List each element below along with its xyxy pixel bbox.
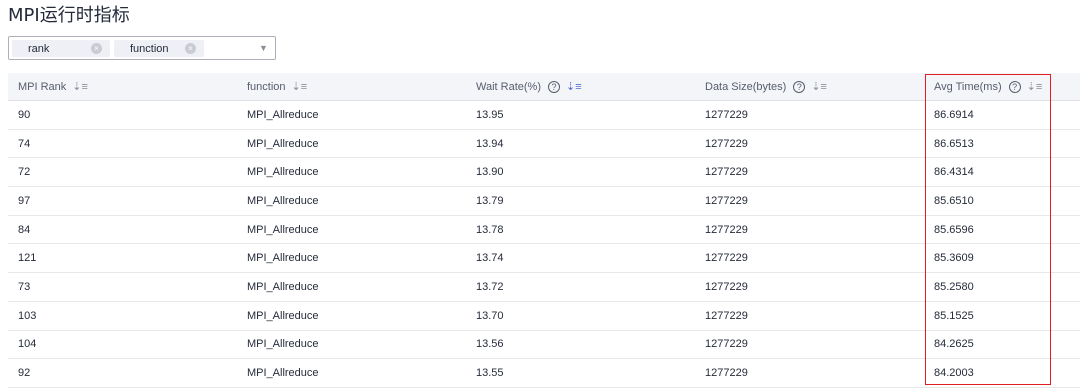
table-row[interactable]: 121 MPI_Allreduce 13.74 1277229 85.3609 <box>8 244 1080 274</box>
table-cell: 1277229 <box>705 137 748 150</box>
table-cell: 85.6510 <box>934 194 974 207</box>
table-cell: 84 <box>18 223 31 236</box>
table-cell: MPI_Allreduce <box>247 166 319 179</box>
table-row[interactable]: 104 MPI_Allreduce 13.56 1277229 84.2625 <box>8 331 1080 360</box>
close-icon[interactable]: × <box>185 43 196 54</box>
column-filter-select[interactable]: rank × function × ▼ <box>8 36 276 60</box>
filter-tag-label: rank <box>28 42 50 55</box>
close-icon[interactable]: × <box>91 43 102 54</box>
table-cell: 86.6513 <box>934 137 974 150</box>
filter-tag-label: function <box>130 42 169 55</box>
table-cell: 103 <box>18 309 37 322</box>
table-cell: 13.74 <box>476 252 504 265</box>
table-cell: 85.6596 <box>934 223 974 236</box>
column-header-label: Data Size(bytes) <box>705 80 787 93</box>
table-cell: MPI_Allreduce <box>247 194 319 207</box>
column-header-label: Avg Time(ms) <box>934 80 1002 93</box>
table-cell: 13.90 <box>476 166 504 179</box>
table-cell: 1277229 <box>705 309 748 322</box>
filter-tag-rank: rank × <box>12 40 110 57</box>
table-cell: 121 <box>18 252 37 265</box>
sort-icon[interactable]: ⇣≡ <box>72 80 88 93</box>
table-cell: 1277229 <box>705 280 748 293</box>
column-header[interactable]: function ⇣≡ <box>237 73 466 100</box>
table-cell: 13.95 <box>476 108 504 121</box>
table-cell: 13.56 <box>476 338 504 351</box>
table-cell: MPI_Allreduce <box>247 367 319 380</box>
table-row[interactable]: 73 MPI_Allreduce 13.72 1277229 85.2580 <box>8 273 1080 302</box>
table-cell: 1277229 <box>705 367 748 380</box>
table-cell: MPI_Allreduce <box>247 280 319 293</box>
help-icon[interactable]: ? <box>793 80 806 93</box>
table-cell: 84.2625 <box>934 338 974 351</box>
table-row[interactable]: 84 MPI_Allreduce 13.78 1277229 85.6596 <box>8 216 1080 245</box>
table-cell: 85.2580 <box>934 280 974 293</box>
sort-icon[interactable]: ⇣≡ <box>566 80 582 93</box>
table-cell: MPI_Allreduce <box>247 309 319 322</box>
table-cell: 13.72 <box>476 280 504 293</box>
table-cell: 1277229 <box>705 223 748 236</box>
sort-icon[interactable]: ⇣≡ <box>811 80 827 93</box>
table-cell: 86.6914 <box>934 108 974 121</box>
chevron-down-icon[interactable]: ▼ <box>259 43 268 53</box>
table-cell: 1277229 <box>705 338 748 351</box>
table-cell: 1277229 <box>705 108 748 121</box>
column-header[interactable]: MPI Rank ⇣≡ <box>8 73 237 100</box>
help-icon[interactable]: ? <box>1008 80 1021 93</box>
sort-icon[interactable]: ⇣≡ <box>1027 80 1043 93</box>
table-cell: 13.70 <box>476 309 504 322</box>
column-header-label: Wait Rate(%) <box>476 80 541 93</box>
table-header: MPI Rank ⇣≡ function ⇣≡ Wait Rate(%)? ⇣≡ Data … <box>8 73 1080 101</box>
table-cell: MPI_Allreduce <box>247 338 319 351</box>
column-header[interactable]: Data Size(bytes)? ⇣≡ <box>695 73 924 100</box>
table-row[interactable]: 90 MPI_Allreduce 13.95 1277229 86.6914 <box>8 101 1080 130</box>
table-cell: 85.3609 <box>934 252 974 265</box>
table-cell: 104 <box>18 338 37 351</box>
table-cell: 85.1525 <box>934 309 974 322</box>
table-cell: 13.79 <box>476 194 504 207</box>
table-cell: MPI_Allreduce <box>247 137 319 150</box>
table-body: 90 MPI_Allreduce 13.95 1277229 86.6914 74 MPI_… <box>8 101 1080 388</box>
table-cell: 72 <box>18 166 31 179</box>
table-cell: MPI_Allreduce <box>247 252 319 265</box>
table-cell: 73 <box>18 280 31 293</box>
table-cell: MPI_Allreduce <box>247 223 319 236</box>
mpi-metrics-table: MPI Rank ⇣≡ function ⇣≡ Wait Rate(%)? ⇣≡ Data … <box>8 73 1080 388</box>
sort-icon[interactable]: ⇣≡ <box>292 80 308 93</box>
table-cell: 1277229 <box>705 252 748 265</box>
column-header[interactable]: Wait Rate(%)? ⇣≡ <box>466 73 695 100</box>
table-cell: 13.78 <box>476 223 504 236</box>
table-row[interactable]: 74 MPI_Allreduce 13.94 1277229 86.6513 <box>8 130 1080 159</box>
table-cell: MPI_Allreduce <box>247 108 319 121</box>
table-cell: 86.4314 <box>934 166 974 179</box>
table-row[interactable]: 72 MPI_Allreduce 13.90 1277229 86.4314 <box>8 158 1080 188</box>
table-row[interactable]: 92 MPI_Allreduce 13.55 1277229 84.2003 <box>8 359 1080 388</box>
column-header-label: function <box>247 80 286 93</box>
help-icon[interactable]: ? <box>548 80 560 93</box>
column-header-label: MPI Rank <box>18 80 67 93</box>
table-cell: 13.94 <box>476 137 504 150</box>
page-title: MPI运行时指标 <box>8 5 130 26</box>
table-cell: 97 <box>18 194 31 207</box>
table-cell: 92 <box>18 367 31 380</box>
table-cell: 84.2003 <box>934 367 974 380</box>
table-cell: 1277229 <box>705 194 748 207</box>
table-cell: 13.55 <box>476 367 504 380</box>
table-cell: 1277229 <box>705 166 748 179</box>
table-cell: 90 <box>18 108 31 121</box>
table-cell: 74 <box>18 137 31 150</box>
table-row[interactable]: 103 MPI_Allreduce 13.70 1277229 85.1525 <box>8 302 1080 331</box>
filter-tag-function: function × <box>114 40 204 57</box>
column-header[interactable]: Avg Time(ms)? ⇣≡ <box>924 73 1080 100</box>
table-row[interactable]: 97 MPI_Allreduce 13.79 1277229 85.6510 <box>8 187 1080 216</box>
